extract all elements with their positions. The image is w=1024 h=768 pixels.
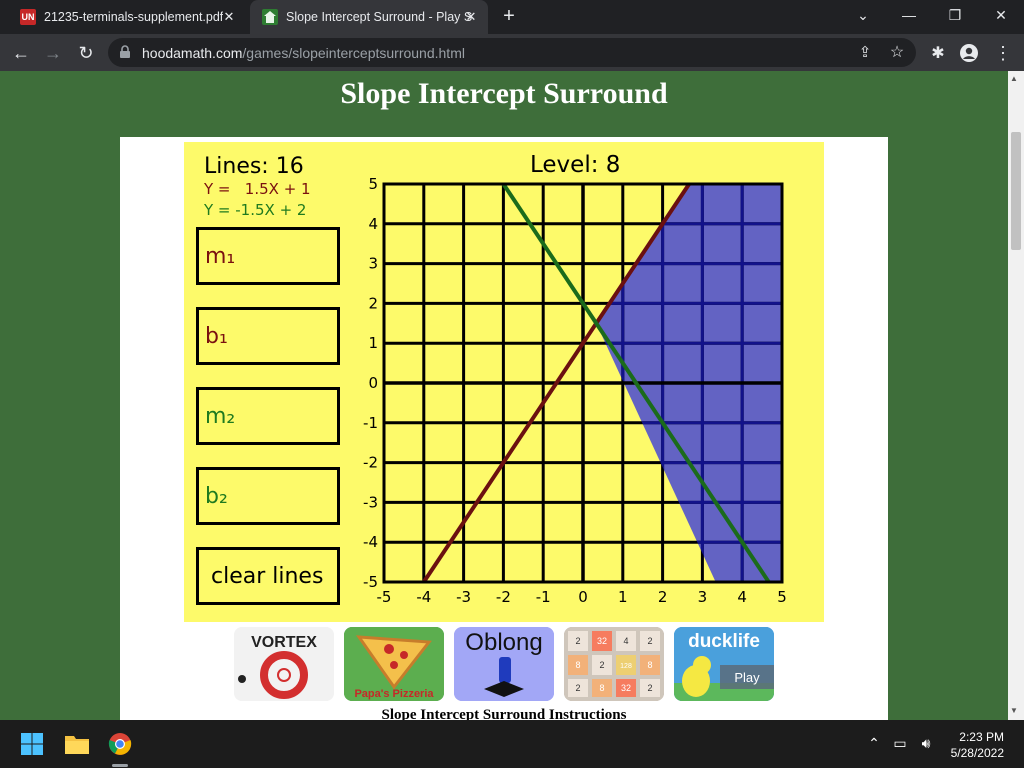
thumbnail-label: Papa's Pizzeria <box>354 688 434 700</box>
x-tick-label: 1 <box>618 588 628 606</box>
svg-text:128: 128 <box>620 663 632 670</box>
x-tick-label: -2 <box>496 588 511 606</box>
tray-chevron-icon[interactable]: ⌃ <box>865 734 883 752</box>
file-explorer-icon[interactable] <box>61 728 93 760</box>
equation-line-1: Y = 1.5X + 1 <box>204 180 311 198</box>
thumbnail-papas-pizzeria[interactable]: Papa's Pizzeria <box>344 627 444 701</box>
thumbnail-2048[interactable]: 2 32 4 2 8 2 128 8 2 8 32 2 <box>564 627 664 701</box>
bookmark-star-icon[interactable]: ☆ <box>884 39 910 65</box>
close-window-icon[interactable]: ✕ <box>986 2 1016 28</box>
x-tick-label: 4 <box>737 588 747 606</box>
forward-icon[interactable]: → <box>40 40 66 66</box>
y-tick-label: 5 <box>368 175 378 193</box>
taskbar-clock[interactable]: 2:23 PM 5/28/2022 <box>951 729 1004 761</box>
lines-counter: Lines: 16 <box>204 154 304 179</box>
svg-text:8: 8 <box>575 660 580 670</box>
web-page: Slope Intercept Surround Lines: 16 Y = 1… <box>0 71 1008 720</box>
reload-icon[interactable]: ↻ <box>73 40 99 66</box>
x-tick-label: -1 <box>536 588 551 606</box>
restore-icon[interactable]: ❐ <box>940 2 970 28</box>
y-tick-label: -2 <box>363 454 378 472</box>
clock-time: 2:23 PM <box>959 730 1004 744</box>
network-icon[interactable]: ▭ <box>891 734 909 752</box>
equation-line-2: Y = -1.5X + 2 <box>204 201 307 219</box>
y-tick-label: 3 <box>368 255 378 273</box>
y-tick-label: 1 <box>368 334 378 352</box>
hooda-favicon-icon <box>262 9 278 25</box>
x-tick-label: -4 <box>416 588 431 606</box>
svg-text:2: 2 <box>599 660 604 670</box>
clock-date: 5/28/2022 <box>950 746 1004 760</box>
scroll-down-icon[interactable]: ▼ <box>1010 706 1018 715</box>
y-tick-label: 4 <box>368 215 378 233</box>
minimize-icon[interactable]: — <box>894 2 924 28</box>
tab-pdf[interactable]: UN 21235-terminals-supplement.pdf ✕ <box>8 0 246 34</box>
scroll-up-icon[interactable]: ▲ <box>1010 74 1018 83</box>
address-bar[interactable]: hoodamath.com/games/slopeinterceptsurrou… <box>108 38 916 67</box>
un-favicon-icon: UN <box>20 9 36 25</box>
volume-icon[interactable]: 🔊︎ <box>917 734 935 752</box>
windows-start-icon[interactable] <box>16 728 48 760</box>
page-title: Slope Intercept Surround <box>340 77 668 110</box>
thumbnail-vortex[interactable]: VORTEX <box>234 627 334 701</box>
x-tick-label: 0 <box>578 588 588 606</box>
x-tick-label: -5 <box>377 588 392 606</box>
svg-text:2: 2 <box>647 683 652 693</box>
thumbnail-oblong[interactable]: Oblong <box>454 627 554 701</box>
play-label: Play <box>734 670 760 685</box>
tab-title: Slope Intercept Surround - Play S <box>286 10 473 24</box>
y-tick-label: -1 <box>363 414 378 432</box>
game-area[interactable]: Lines: 16 Y = 1.5X + 1 Y = -1.5X + 2 m₁ … <box>184 142 824 622</box>
coordinate-graph[interactable]: -5 -4 -3 -2 -1 0 1 2 3 4 5 5 4 3 2 1 0 -1 -2 -3 -4 -5 <box>360 170 800 610</box>
browser-toolbar: ← → ↻ hoodamath.com/games/slopeintercept… <box>0 34 1024 71</box>
windows-taskbar: ⌃ ▭ 🔊︎ 2:23 PM 5/28/2022 <box>0 720 1024 768</box>
y-tick-label: -3 <box>363 493 378 511</box>
x-tick-label: -3 <box>456 588 471 606</box>
tab-title: 21235-terminals-supplement.pdf <box>44 10 224 24</box>
active-app-indicator <box>112 764 128 767</box>
x-tick-label: 3 <box>698 588 708 606</box>
browser-tab-bar: UN 21235-terminals-supplement.pdf ✕ Slop… <box>0 0 1024 34</box>
back-icon[interactable]: ← <box>8 40 34 66</box>
svg-text:32: 32 <box>621 683 631 693</box>
m1-button[interactable]: m₁ <box>196 227 340 285</box>
thumbnail-label: VORTEX <box>251 634 317 651</box>
share-icon[interactable]: ⇪ <box>852 39 878 65</box>
close-tab-icon[interactable]: ✕ <box>220 8 238 26</box>
m2-button[interactable]: m₂ <box>196 387 340 445</box>
chrome-icon[interactable] <box>104 728 136 760</box>
x-tick-label: 2 <box>658 588 668 606</box>
thumbnail-ducklife[interactable]: ducklife Play <box>674 627 774 701</box>
extensions-icon[interactable]: ✱ <box>925 40 951 66</box>
b1-button[interactable]: b₁ <box>196 307 340 365</box>
svg-text:2: 2 <box>575 683 580 693</box>
url-text: hoodamath.com/games/slopeinterceptsurrou… <box>142 45 465 61</box>
lock-icon <box>120 45 130 58</box>
x-tick-label: 5 <box>777 588 787 606</box>
svg-text:2: 2 <box>647 636 652 646</box>
new-tab-icon[interactable]: + <box>498 5 520 27</box>
b2-button[interactable]: b₂ <box>196 467 340 525</box>
instructions-heading: Slope Intercept Surround Instructions <box>381 707 627 720</box>
close-tab-icon[interactable]: ✕ <box>462 8 480 26</box>
thumbnail-label: Oblong <box>465 629 542 656</box>
profile-icon[interactable] <box>956 40 982 66</box>
svg-text:8: 8 <box>599 683 604 693</box>
svg-text:32: 32 <box>597 636 607 646</box>
y-tick-label: 0 <box>368 374 378 392</box>
thumbnail-label: ducklife <box>688 631 760 652</box>
svg-text:8: 8 <box>647 660 652 670</box>
scrollbar-thumb[interactable] <box>1011 132 1021 250</box>
menu-kebab-icon[interactable]: ⋮ <box>990 40 1016 66</box>
clear-lines-button[interactable]: clear lines <box>196 547 340 605</box>
y-tick-label: -4 <box>363 533 378 551</box>
svg-text:4: 4 <box>623 636 628 646</box>
tab-search-icon[interactable]: ⌄ <box>848 2 878 28</box>
tab-slope-intercept[interactable]: Slope Intercept Surround - Play S ✕ <box>250 0 488 34</box>
svg-text:2: 2 <box>575 636 580 646</box>
y-tick-label: -5 <box>363 573 378 591</box>
y-tick-label: 2 <box>368 294 378 312</box>
